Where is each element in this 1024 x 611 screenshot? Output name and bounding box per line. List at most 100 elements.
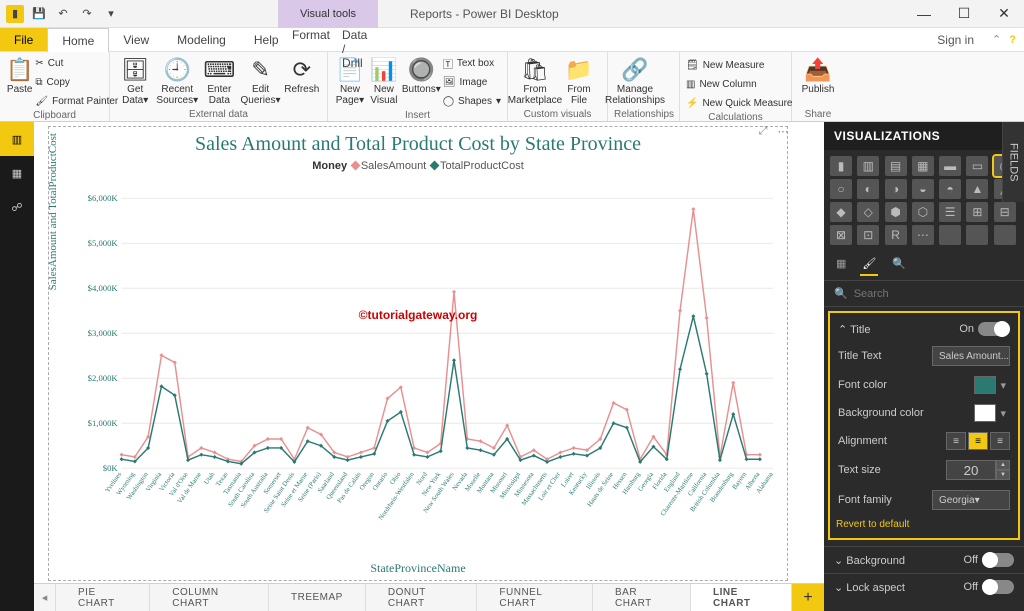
undo-icon[interactable]: ↶: [52, 3, 74, 25]
background-toggle[interactable]: [982, 553, 1014, 567]
tab-datadrill[interactable]: Data / Drill: [328, 28, 378, 70]
copy-button[interactable]: ⧉Copy: [35, 73, 118, 91]
new-column-button[interactable]: ▥New Column: [686, 75, 792, 93]
viz-type-17[interactable]: ⬡: [912, 202, 934, 222]
sheet-tab-pie-chart[interactable]: PIE CHART: [56, 584, 150, 611]
sheet-tab-line-chart[interactable]: LINE CHART: [691, 584, 792, 611]
viz-type-4[interactable]: ▬: [939, 156, 961, 176]
background-section[interactable]: ⌄ Background Off: [824, 546, 1024, 573]
qat-dropdown[interactable]: ▾: [100, 3, 122, 25]
text-size-input[interactable]: [946, 460, 996, 480]
recent-sources-button[interactable]: 🕘Recent Sources▾: [156, 54, 198, 106]
sheet-tab-donut-chart[interactable]: DONUT CHART: [366, 584, 478, 611]
text-size-down[interactable]: ▼: [996, 470, 1010, 480]
viz-type-11[interactable]: ◓: [939, 179, 961, 199]
maximize-button[interactable]: ☐: [944, 0, 984, 28]
title-toggle[interactable]: [978, 322, 1010, 336]
visualizations-header[interactable]: VISUALIZATIONS›: [824, 122, 1024, 150]
bg-color-swatch[interactable]: [974, 404, 996, 422]
quick-measure-button[interactable]: ⚡New Quick Measure: [686, 94, 792, 112]
sheet-scroll-left[interactable]: ◂: [34, 584, 56, 611]
viz-type-10[interactable]: ◒: [912, 179, 934, 199]
sheet-tab-bar-chart[interactable]: BAR CHART: [593, 584, 691, 611]
viz-type-2[interactable]: ▤: [885, 156, 907, 176]
viz-type-27[interactable]: [994, 225, 1016, 245]
from-file-button[interactable]: 📁From File: [558, 54, 600, 106]
paste-button[interactable]: 📋Paste: [6, 54, 33, 95]
image-button[interactable]: 🖼Image: [443, 73, 501, 91]
viz-type-22[interactable]: ⊡: [857, 225, 879, 245]
font-family-select[interactable]: Georgia ▾: [932, 490, 1010, 510]
buttons-button[interactable]: 🔘Buttons▾: [402, 54, 441, 95]
get-data-button[interactable]: 🗄Get Data▾: [116, 54, 154, 106]
refresh-button[interactable]: ⟳Refresh: [283, 54, 321, 95]
add-page-button[interactable]: +: [792, 584, 824, 611]
viz-type-0[interactable]: ▮: [830, 156, 852, 176]
title-text-input[interactable]: Sales Amount...: [932, 346, 1010, 366]
help-icon[interactable]: ?: [1009, 34, 1016, 46]
tab-modeling[interactable]: Modeling: [163, 28, 240, 51]
collapse-ribbon-icon[interactable]: ⌃: [992, 33, 1001, 46]
align-left-button[interactable]: ≡: [946, 432, 966, 450]
viz-type-24[interactable]: ⋯: [912, 225, 934, 245]
analytics-tab-button[interactable]: 🔍: [890, 253, 908, 276]
new-measure-button[interactable]: 🗒New Measure: [686, 56, 792, 74]
viz-type-23[interactable]: R: [885, 225, 907, 245]
save-icon[interactable]: 💾: [28, 3, 50, 25]
font-color-swatch[interactable]: [974, 376, 996, 394]
cut-button[interactable]: ✂Cut: [35, 54, 118, 72]
more-options-icon[interactable]: ⋯: [775, 123, 791, 139]
focus-mode-icon[interactable]: ⤢: [755, 123, 771, 139]
signin-link[interactable]: Sign in: [937, 28, 974, 51]
shapes-button[interactable]: ◯Shapes▾: [443, 92, 501, 110]
report-view-button[interactable]: ▥: [0, 122, 34, 156]
viz-type-3[interactable]: ▦: [912, 156, 934, 176]
sheet-tab-column-chart[interactable]: COLUMN CHART: [150, 584, 269, 611]
align-right-button[interactable]: ≡: [990, 432, 1010, 450]
text-size-up[interactable]: ▲: [996, 460, 1010, 470]
tab-view[interactable]: View: [109, 28, 163, 51]
viz-type-18[interactable]: ☰: [939, 202, 961, 222]
viz-type-9[interactable]: ◑: [885, 179, 907, 199]
fields-tab-button[interactable]: ▦: [834, 253, 848, 276]
tab-file[interactable]: File: [0, 28, 47, 51]
line-chart-visual[interactable]: ⤢ ⋯ Sales Amount and Total Product Cost …: [48, 126, 788, 581]
chevron-up-icon[interactable]: ⌃: [838, 324, 847, 336]
model-view-button[interactable]: ☍: [0, 190, 34, 224]
revert-to-default-link[interactable]: Revert to default: [836, 515, 1012, 530]
viz-type-5[interactable]: ▭: [966, 156, 988, 176]
close-button[interactable]: ✕: [984, 0, 1024, 28]
publish-button[interactable]: 📤Publish: [798, 54, 838, 95]
viz-type-14[interactable]: ◆: [830, 202, 852, 222]
edit-queries-button[interactable]: ✎Edit Queries▾: [241, 54, 281, 106]
tab-format[interactable]: Format: [278, 28, 328, 42]
sheet-tab-funnel-chart[interactable]: FUNNEL CHART: [477, 584, 593, 611]
from-marketplace-button[interactable]: 🛍From Marketplace: [514, 54, 556, 106]
report-canvas[interactable]: ⤢ ⋯ Sales Amount and Total Product Cost …: [34, 122, 824, 583]
viz-type-16[interactable]: ⬢: [885, 202, 907, 222]
viz-type-26[interactable]: [966, 225, 988, 245]
lock-toggle[interactable]: [982, 580, 1014, 594]
data-view-button[interactable]: ▦: [0, 156, 34, 190]
format-search-input[interactable]: [854, 288, 1014, 300]
text-box-button[interactable]: 🅃Text box: [443, 54, 501, 72]
tab-home[interactable]: Home: [47, 28, 109, 52]
enter-data-button[interactable]: ⌨Enter Data: [200, 54, 238, 106]
viz-type-20[interactable]: ⊟: [994, 202, 1016, 222]
format-painter-button[interactable]: 🖌Format Painter: [35, 92, 118, 110]
viz-type-8[interactable]: ◐: [857, 179, 879, 199]
viz-type-12[interactable]: ▲: [966, 179, 988, 199]
minimize-button[interactable]: —: [904, 0, 944, 28]
viz-type-21[interactable]: ⊠: [830, 225, 852, 245]
manage-relationships-button[interactable]: 🔗Manage Relationships: [614, 54, 656, 106]
viz-type-15[interactable]: ◇: [857, 202, 879, 222]
sheet-tab-treemap[interactable]: TREEMAP: [269, 584, 366, 611]
viz-type-1[interactable]: ▥: [857, 156, 879, 176]
align-center-button[interactable]: ≡: [968, 432, 988, 450]
redo-icon[interactable]: ↷: [76, 3, 98, 25]
format-tab-button[interactable]: 🖌: [860, 253, 878, 276]
lock-aspect-section[interactable]: ⌄ Lock aspect Off: [824, 573, 1024, 600]
viz-type-25[interactable]: [939, 225, 961, 245]
viz-type-7[interactable]: ○: [830, 179, 852, 199]
viz-type-19[interactable]: ⊞: [966, 202, 988, 222]
